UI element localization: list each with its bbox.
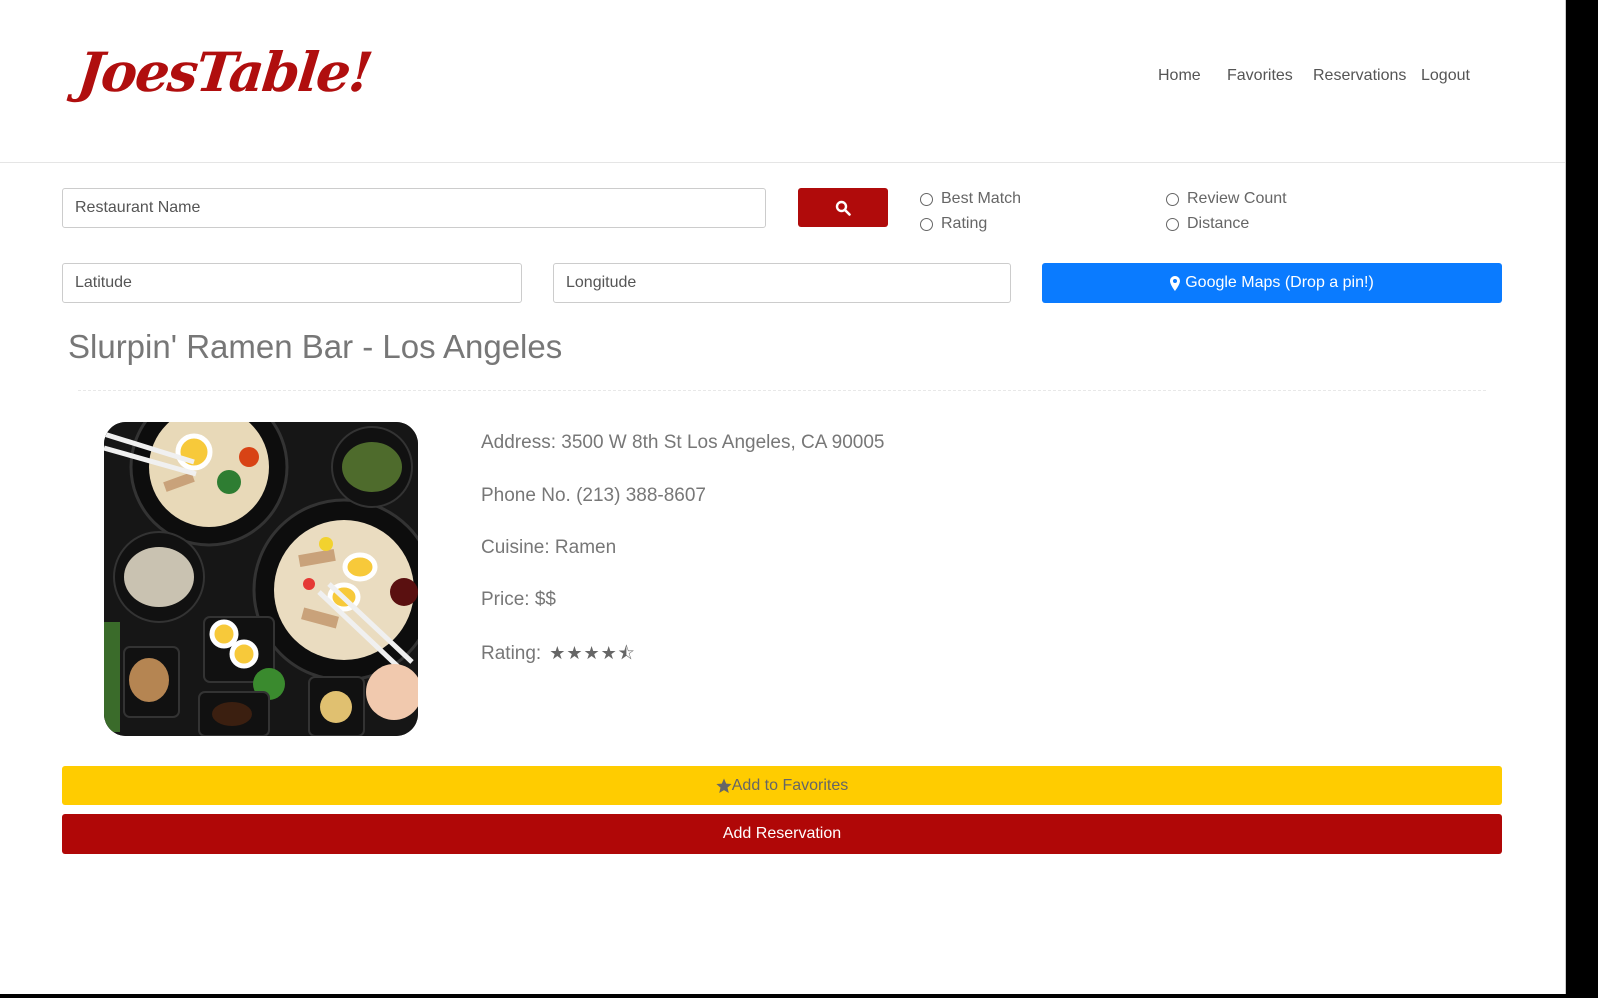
star-icon bbox=[716, 778, 732, 793]
google-maps-label: Google Maps (Drop a pin!) bbox=[1185, 274, 1374, 291]
add-to-favorites-label: Add to Favorites bbox=[731, 776, 849, 794]
nav-home[interactable]: Home bbox=[1158, 67, 1201, 85]
nav-favorites[interactable]: Favorites bbox=[1227, 67, 1293, 85]
add-to-favorites-button[interactable]: Add to Favorites bbox=[62, 766, 1502, 805]
divider bbox=[78, 390, 1486, 391]
logo[interactable]: JoesTable! bbox=[75, 40, 374, 104]
radio-circle[interactable] bbox=[920, 217, 933, 231]
rating-stars: ★★★★⯪ bbox=[549, 643, 636, 663]
radio-circle[interactable] bbox=[920, 192, 933, 206]
google-maps-button[interactable]: Google Maps (Drop a pin!) bbox=[1042, 263, 1502, 303]
restaurant-address: Address: 3500 W 8th St Los Angeles, CA 9… bbox=[481, 432, 885, 453]
header: JoesTable! Home Favorites Reservations L… bbox=[0, 0, 1565, 163]
restaurant-phone: Phone No. (213) 388-8607 bbox=[481, 485, 706, 506]
ramen-photo-illustration bbox=[104, 422, 418, 736]
sort-rating-radio[interactable]: Rating bbox=[920, 215, 987, 233]
add-reservation-button[interactable]: Add Reservation bbox=[62, 814, 1502, 854]
page: JoesTable! Home Favorites Reservations L… bbox=[0, 0, 1566, 994]
sort-rating-label: Rating bbox=[941, 215, 988, 232]
latitude-input[interactable] bbox=[62, 263, 522, 303]
rating-label: Rating: bbox=[481, 643, 542, 664]
map-marker-icon bbox=[1170, 275, 1181, 291]
sort-distance-radio[interactable]: Distance bbox=[1166, 215, 1249, 233]
nav-logout[interactable]: Logout bbox=[1421, 67, 1470, 85]
sort-review-count-label: Review Count bbox=[1187, 190, 1287, 207]
sort-distance-label: Distance bbox=[1187, 215, 1250, 232]
sort-best-match-label: Best Match bbox=[941, 190, 1022, 207]
radio-circle[interactable] bbox=[1166, 192, 1179, 206]
restaurant-price: Price: $$ bbox=[481, 589, 556, 610]
search-icon bbox=[835, 200, 851, 216]
search-button[interactable] bbox=[798, 188, 888, 227]
restaurant-title: Slurpin' Ramen Bar - Los Angeles bbox=[68, 328, 563, 365]
longitude-input[interactable] bbox=[553, 263, 1011, 303]
radio-circle[interactable] bbox=[1166, 217, 1179, 231]
restaurant-name-input[interactable] bbox=[62, 188, 766, 228]
restaurant-photo bbox=[104, 422, 418, 736]
nav-reservations[interactable]: Reservations bbox=[1313, 67, 1406, 85]
sort-best-match-radio[interactable]: Best Match bbox=[920, 190, 1021, 208]
restaurant-rating: Rating: ★★★★⯪ bbox=[481, 641, 636, 671]
restaurant-cuisine: Cuisine: Ramen bbox=[481, 537, 617, 558]
sort-review-count-radio[interactable]: Review Count bbox=[1166, 190, 1287, 208]
